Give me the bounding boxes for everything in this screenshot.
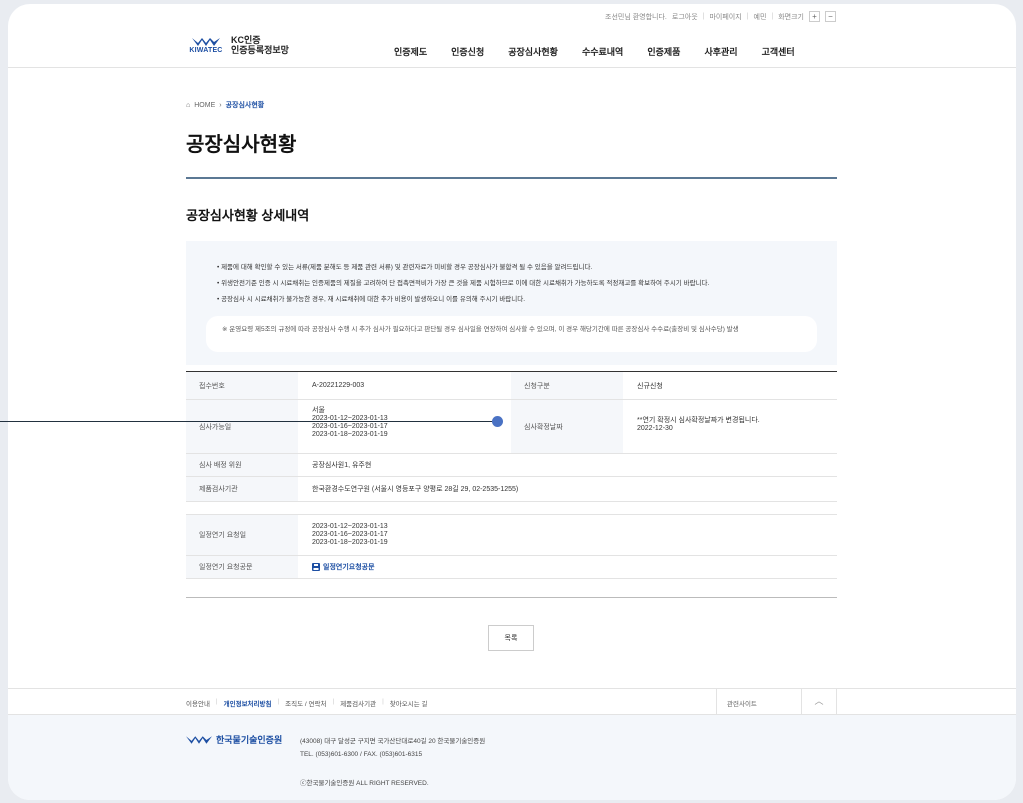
breadcrumb-home[interactable]: HOME [194, 102, 215, 109]
wave-logo-icon [192, 37, 220, 46]
nav-item[interactable]: 인증제품 [647, 45, 680, 58]
table-row: 심사가능일 서울 2023-01-12~2023-01-13 2023-01-1… [186, 400, 837, 454]
nav-item[interactable]: 사후관리 [704, 45, 737, 58]
notice-inner-box: ※ 운영요령 제5조의 규정에 따라 공장심사 수행 시 추가 심사가 필요하다… [206, 316, 817, 352]
inspector-value: 공장심사원1, 유주현 [312, 462, 372, 469]
annotation-pointer-line [0, 421, 498, 422]
logo-brand: KIWATEC [189, 46, 223, 54]
apply-type-value: 신규신청 [637, 382, 663, 390]
notice-box: • 제품에 대해 확인할 수 있는 서류(제품 분해도 등 제품 관련 서류) … [186, 241, 837, 365]
nav-item[interactable]: 고객센터 [762, 45, 795, 58]
related-sites-select[interactable]: 관련사이트 [716, 689, 801, 715]
possible-date-value: 서울 2023-01-12~2023-01-13 2023-01-16~2023… [298, 400, 511, 453]
font-plus-button[interactable]: + [809, 11, 820, 22]
confirm-date-value: **연기 확정시 심사확정날짜가 변경됩니다. 2022-12-30 [623, 400, 837, 453]
chevron-up-icon[interactable]: ︿ [801, 689, 837, 715]
table-row: 제품검사기관 한국환경수도연구원 (서울시 영등포구 양평로 28길 29, 0… [186, 477, 837, 502]
footer-tel: TEL. (053)601-6300 / FAX. (053)601-6315 [300, 751, 423, 758]
detail-table: 접수번호 A-20221229-003 신청구분 신규신청 심사가능일 서울 2… [186, 371, 837, 579]
font-size-label: 화면크기 [778, 13, 804, 21]
title-divider [186, 177, 837, 179]
table-row: 일정연기 요청공문 일정연기요청공문 [186, 556, 837, 579]
breadcrumb: ⌂ HOME › 공장심사현황 [186, 100, 264, 110]
notice-item: • 위생안전기준 인증 시 시료채취는 인증제품의 제질을 고려하여 단 접촉면… [217, 280, 710, 287]
footer-link[interactable]: 찾아오시는 길 [390, 698, 428, 708]
confirm-date-line: 2022-12-30 [637, 425, 673, 432]
wave-logo-icon [186, 735, 212, 744]
delay-date-line: 2023-01-18~2023-01-19 [312, 539, 388, 546]
delay-date-value: 2023-01-12~2023-01-13 2023-01-16~2023-01… [298, 515, 837, 555]
logo-text: KC인증 인증등록정보망 [231, 35, 289, 55]
page-title: 공장심사현황 [186, 134, 297, 156]
logout-link[interactable]: 로그아웃 [672, 12, 698, 22]
nav-item[interactable]: 수수료내역 [582, 45, 623, 58]
spacer-row [186, 502, 837, 515]
mypage-link[interactable]: 마이페이지 [709, 12, 741, 22]
possible-date-label: 심사가능일 [186, 400, 298, 453]
footer-link[interactable]: 이용안내 [186, 698, 210, 708]
receipt-value: A-20221229-003 [312, 382, 365, 389]
confirm-date-note: **연기 확정시 심사확정날짜가 변경됩니다. [637, 417, 760, 424]
lab-label: 제품검사기관 [186, 477, 298, 501]
logo-line2: 인증등록정보망 [231, 45, 289, 55]
apply-type-label: 신청구분 [511, 372, 623, 399]
delay-doc-link-text[interactable]: 일정연기요청공문 [323, 562, 375, 572]
breadcrumb-current: 공장심사현황 [225, 102, 265, 109]
main-nav: 인증제도 인증신청 공장심사현황 수수료내역 인증제품 사후관리 고객센터 [394, 45, 819, 58]
confirm-date-label: 심사확정날짜 [511, 400, 623, 453]
annotation-pointer-dot [492, 416, 503, 427]
delay-date-line: 2023-01-16~2023-01-17 [312, 531, 388, 538]
receipt-label: 접수번호 [186, 372, 298, 399]
footer-links: 이용안내 | 개인정보처리방침 | 조직도 / 연락처 | 제품검사기관 | 찾… [186, 698, 428, 708]
list-button[interactable]: 목록 [488, 625, 534, 651]
notice-item: • 제품에 대해 확인할 수 있는 서류(제품 분해도 등 제품 관련 서류) … [217, 264, 593, 271]
notice-item: • 공장심사 시 시료채취가 불가능한 경우, 재 시료채취에 대한 추가 비용… [217, 296, 526, 303]
footer-link-privacy[interactable]: 개인정보처리방침 [224, 698, 272, 708]
home-icon[interactable]: ⌂ [186, 102, 190, 109]
delay-date-line: 2023-01-12~2023-01-13 [312, 523, 388, 530]
site-logo[interactable]: KIWATEC KC인증 인증등록정보망 [186, 35, 289, 55]
footer-copyright: ⓒ한국물기술인증원 ALL RIGHT RESERVED. [300, 780, 429, 787]
footer-address-line: (43008) 대구 달성군 구지면 국가산단대로40길 20 한국물기술인증원 [300, 738, 486, 745]
footer-address: (43008) 대구 달성군 구지면 국가산단대로40길 20 한국물기술인증원… [300, 735, 485, 761]
footer: 한국물기술인증원 (43008) 대구 달성군 구지면 국가산단대로40길 20… [8, 715, 1016, 800]
footer-link[interactable]: 조직도 / 연락처 [285, 698, 326, 708]
footer-link[interactable]: 제품검사기관 [340, 698, 376, 708]
notice-list: • 제품에 대해 확인할 수 있는 서류(제품 분해도 등 제품 관련 서류) … [217, 264, 709, 312]
footer-logo: 한국물기술인증원 [186, 733, 282, 746]
welcome-text: 조선민님 환영합니다. [605, 13, 667, 21]
possible-date-line: 서울 [312, 407, 325, 414]
delay-doc-label: 일정연기 요청공문 [186, 556, 298, 578]
logo-mark: KIWATEC [186, 37, 226, 54]
logo-line1: KC인증 [231, 35, 261, 45]
english-link[interactable]: 예민 [754, 12, 767, 22]
footer-nav: 이용안내 | 개인정보처리방침 | 조직도 / 연락처 | 제품검사기관 | 찾… [8, 688, 1016, 715]
section-title: 공장심사현황 상세내역 [186, 208, 310, 223]
content-divider [186, 597, 837, 598]
possible-date-line: 2023-01-18~2023-01-19 [312, 431, 388, 438]
font-minus-button[interactable]: − [825, 11, 836, 22]
delay-date-label: 일정연기 요청일 [186, 515, 298, 555]
possible-date-line: 2023-01-16~2023-01-17 [312, 423, 388, 430]
footer-org-name: 한국물기술인증원 [216, 735, 283, 745]
header: KIWATEC KC인증 인증등록정보망 인증제도 인증신청 공장심사현황 수수… [8, 26, 1016, 68]
nav-item[interactable]: 공장심사현황 [508, 45, 558, 58]
chevron-right-icon: › [219, 101, 222, 109]
nav-item[interactable]: 인증신청 [451, 45, 484, 58]
inspector-label: 심사 배정 위원 [186, 454, 298, 476]
table-row: 심사 배정 위원 공장심사원1, 유주현 [186, 454, 837, 477]
browser-frame: 조선민님 환영합니다. 로그아웃 | 마이페이지 | 예민 | 화면크기 + −… [8, 4, 1016, 800]
nav-item[interactable]: 인증제도 [394, 45, 427, 58]
table-row: 일정연기 요청일 2023-01-12~2023-01-13 2023-01-1… [186, 515, 837, 556]
lab-value: 한국환경수도연구원 (서울시 영등포구 양평로 28길 29, 02-2535-… [312, 486, 519, 493]
table-row: 접수번호 A-20221229-003 신청구분 신규신청 [186, 372, 837, 400]
utility-bar: 조선민님 환영합니다. 로그아웃 | 마이페이지 | 예민 | 화면크기 + − [605, 11, 836, 22]
save-icon [312, 563, 320, 571]
delay-doc-link[interactable]: 일정연기요청공문 [312, 562, 375, 572]
